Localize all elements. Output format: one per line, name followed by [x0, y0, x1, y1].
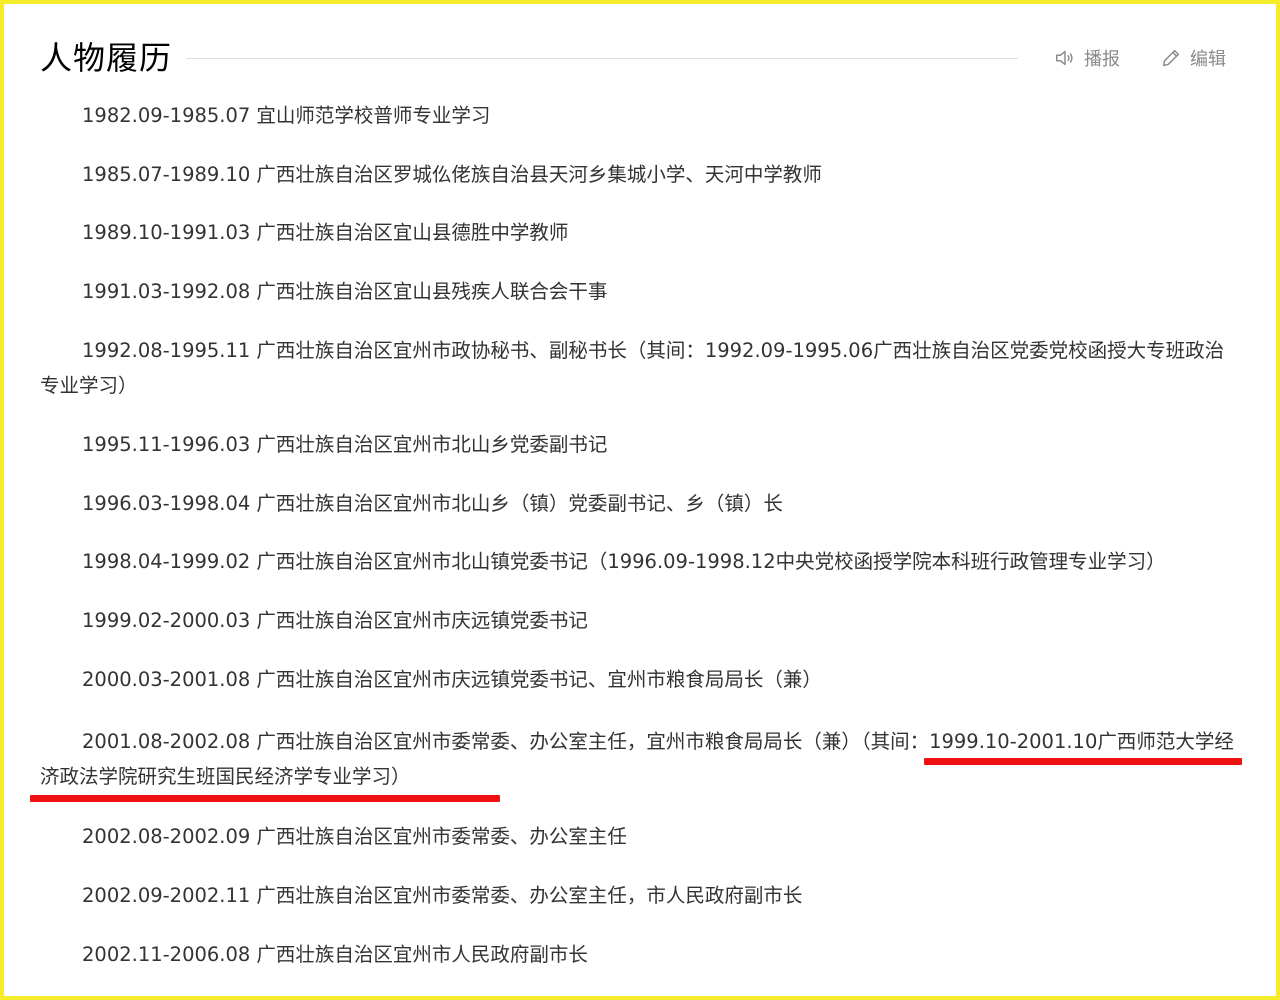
list-item: 1998.04-1999.02 广西壮族自治区宜州市北山镇党委书记（1996.09… — [40, 544, 1240, 579]
page-frame: 人物履历 播报 编辑 1982.09-1985.07 宜山师范学校普师专业学习 1… — [0, 0, 1280, 1000]
entry-date: 2002.08-2002.09 — [82, 825, 251, 848]
edit-label: 编辑 — [1190, 49, 1226, 70]
entry-text: 广西壮族自治区宜山县德胜中学教师 — [256, 221, 569, 244]
speaker-icon — [1056, 50, 1073, 66]
list-item: 1995.11-1996.03 广西壮族自治区宜州市北山乡党委副书记 — [40, 427, 1240, 462]
entry-date: 1998.04-1999.02 — [82, 550, 251, 573]
list-item: 1996.03-1998.04 广西壮族自治区宜州市北山乡（镇）党委副书记、乡（镇… — [40, 486, 1240, 521]
entry-text: 广西壮族自治区宜州市委常委、办公室主任，市人民政府副市长 — [256, 884, 803, 907]
entry-date: 1996.03-1998.04 — [82, 492, 251, 515]
pencil-icon — [1162, 49, 1180, 67]
entry-text: 广西壮族自治区宜州市人民政府副市长 — [256, 943, 588, 966]
play-label: 播报 — [1084, 49, 1120, 70]
entry-date: 1992.08-1995.11 — [82, 339, 251, 362]
entry-date: 2002.11-2006.08 — [82, 943, 251, 966]
entry-date: 1982.09-1985.07 — [82, 104, 251, 127]
entry-date: 1995.11-1996.03 — [82, 433, 251, 456]
highlight-underline — [924, 758, 1242, 765]
list-item: 1985.07-1989.10 广西壮族自治区罗城仫佬族自治县天河乡集城小学、天河… — [40, 157, 1240, 192]
entry-text: 广西壮族自治区宜州市庆远镇党委书记、宜州市粮食局局长（兼） — [256, 668, 822, 691]
list-item: 1999.02-2000.03 广西壮族自治区宜州市庆远镇党委书记 — [40, 603, 1240, 638]
list-item: 1992.08-1995.11 广西壮族自治区宜州市政协秘书、副秘书长（其间：19… — [40, 333, 1240, 403]
title-divider — [186, 58, 1018, 59]
entry-text: 广西壮族自治区宜州市北山乡（镇）党委副书记、乡（镇）长 — [256, 492, 783, 515]
entry-text: 宜山师范学校普师专业学习 — [256, 104, 491, 127]
list-item: 1991.03-1992.08 广西壮族自治区宜山县残疾人联合会干事 — [40, 274, 1240, 309]
entry-date: 1989.10-1991.03 — [82, 221, 251, 244]
entry-text: 广西壮族自治区宜州市委常委、办公室主任 — [256, 825, 627, 848]
entry-date: 1991.03-1992.08 — [82, 280, 251, 303]
list-item: 1982.09-1985.07 宜山师范学校普师专业学习 — [40, 98, 1240, 133]
edit-button[interactable]: 编辑 — [1160, 46, 1226, 70]
entry-date: 2001.08-2002.08 — [82, 730, 251, 753]
list-item: 2002.09-2002.11 广西壮族自治区宜州市委常委、办公室主任，市人民政府… — [40, 878, 1240, 913]
play-button[interactable]: 播报 — [1054, 46, 1120, 70]
section-title: 人物履历 — [40, 39, 173, 77]
entry-date: 2002.09-2002.11 — [82, 884, 251, 907]
entry-date: 2000.03-2001.08 — [82, 668, 251, 691]
highlight-underline — [30, 795, 500, 802]
list-item: 2002.08-2002.09 广西壮族自治区宜州市委常委、办公室主任 — [40, 819, 1240, 854]
entry-text: 广西壮族自治区宜州市庆远镇党委书记 — [256, 609, 588, 632]
entry-text: 广西壮族自治区宜州市北山镇党委书记（1996.09-1998.12中央党校函授学… — [256, 550, 1166, 573]
entry-date: 1999.02-2000.03 — [82, 609, 251, 632]
entry-text: 广西壮族自治区宜山县残疾人联合会干事 — [256, 280, 608, 303]
list-item: 2000.03-2001.08 广西壮族自治区宜州市庆远镇党委书记、宜州市粮食局局… — [40, 662, 1240, 697]
list-item: 1989.10-1991.03 广西壮族自治区宜山县德胜中学教师 — [40, 215, 1240, 250]
list-item: 2002.11-2006.08 广西壮族自治区宜州市人民政府副市长 — [40, 937, 1240, 972]
entry-text: 广西壮族自治区宜州市北山乡党委副书记 — [256, 433, 608, 456]
section-header: 人物履历 播报 编辑 — [40, 34, 1230, 84]
entry-date: 1985.07-1989.10 — [82, 163, 251, 186]
entry-text: 广西壮族自治区罗城仫佬族自治县天河乡集城小学、天河中学教师 — [256, 163, 822, 186]
